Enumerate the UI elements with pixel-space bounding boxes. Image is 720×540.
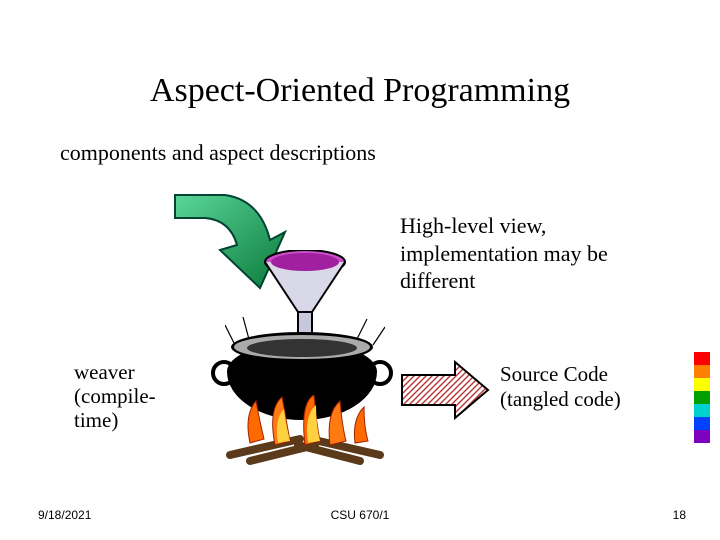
slide-subtitle: components and aspect descriptions [60, 140, 376, 166]
color-bar-segment [694, 430, 710, 443]
color-bar-segment [694, 352, 710, 365]
right-arrow-hatched-icon [400, 360, 490, 420]
color-bar-segment [694, 417, 710, 430]
weaver-label: weaver (compile-time) [74, 360, 194, 432]
color-bar-segment [694, 378, 710, 391]
color-bar-segment [694, 365, 710, 378]
footer-center: CSU 670/1 [0, 508, 720, 522]
slide-title: Aspect-Oriented Programming [0, 72, 720, 110]
source-code-label: Source Code (tangled code) [500, 362, 670, 412]
high-level-view-text: High-level view, implementation may be d… [400, 212, 660, 295]
color-bar-segment [694, 391, 710, 404]
footer-page-number: 18 [673, 508, 686, 522]
fire-icon [220, 395, 390, 465]
color-bar [694, 352, 710, 443]
aop-weaver-illustration [185, 195, 435, 475]
color-bar-segment [694, 404, 710, 417]
